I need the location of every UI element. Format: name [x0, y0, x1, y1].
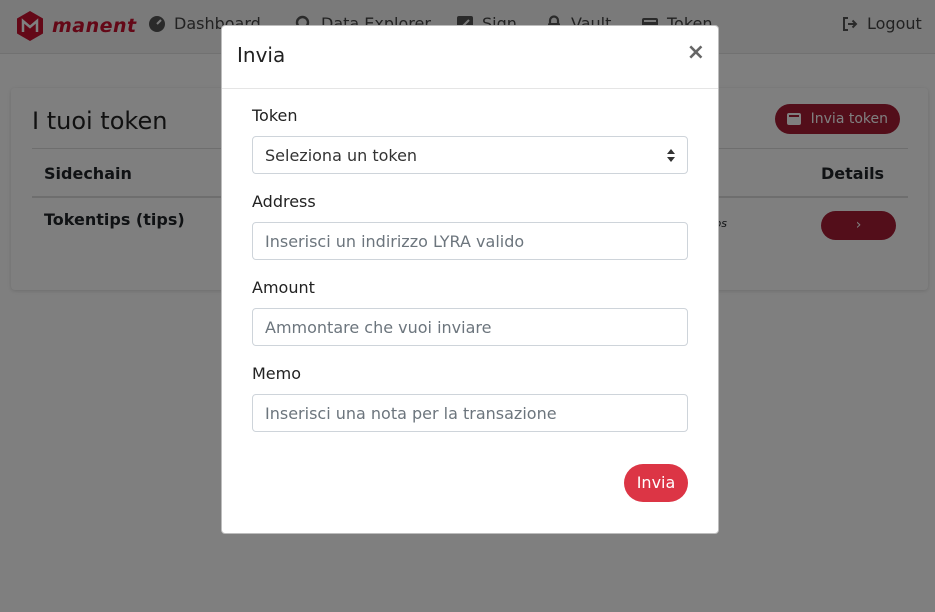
amount-input[interactable]: Ammontare che vuoi inviare	[252, 308, 688, 346]
submit-button[interactable]: Invia	[624, 464, 688, 502]
token-select-value: Seleziona un token	[265, 145, 418, 165]
token-label: Token	[252, 106, 298, 125]
modal-title: Invia	[237, 43, 286, 67]
memo-input[interactable]: Inserisci una nota per la transazione	[252, 394, 688, 432]
amount-label: Amount	[252, 278, 315, 297]
send-modal: Invia × Token Seleziona un token Address…	[221, 25, 719, 534]
address-label: Address	[252, 192, 316, 211]
memo-label: Memo	[252, 364, 302, 383]
modal-header: Invia ×	[222, 26, 718, 89]
close-button[interactable]: ×	[687, 40, 705, 65]
address-input[interactable]: Inserisci un indirizzo LYRA valido	[252, 222, 688, 260]
token-select[interactable]: Seleziona un token	[252, 136, 688, 174]
select-arrows-icon	[667, 149, 675, 162]
